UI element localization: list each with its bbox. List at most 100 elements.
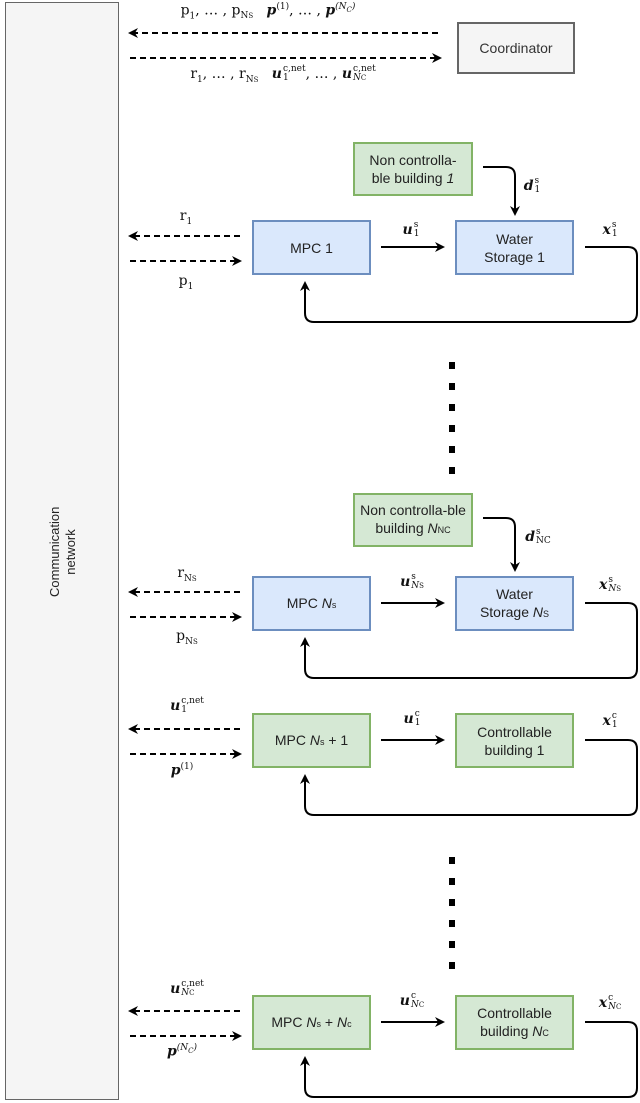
subscript-group: 1: [535, 186, 541, 195]
subscript: N: [410, 1000, 419, 1010]
storage-ns-disturbance-arrow: [483, 517, 520, 572]
script-stack: s1: [535, 177, 541, 195]
subscript-group: 1: [612, 721, 618, 730]
ellipsis-dot-buildings: [449, 920, 455, 927]
superscript: (1): [276, 2, 290, 12]
non-controllable-building-nnc: Non controlla-ble building NNC: [353, 493, 473, 547]
subscript-group: 1: [612, 230, 618, 239]
script-stack: c,net 1: [181, 697, 204, 715]
sub-subscript: C: [360, 74, 367, 82]
math-symbol: u: [341, 66, 353, 82]
subscript: 1: [187, 281, 194, 292]
sub-subscript: C: [418, 1001, 425, 1009]
math-symbol: p: [170, 762, 181, 779]
subscript-group: NS: [608, 585, 621, 594]
label-p-1: p(1): [171, 762, 194, 779]
script-stack: s1: [612, 221, 618, 239]
script-stack: c1: [415, 710, 421, 728]
math-symbol: r: [190, 66, 198, 82]
label-xs1: xs1: [602, 221, 617, 239]
sub-subscript: S: [193, 637, 198, 646]
ellipsis-dot-buildings: [449, 899, 455, 906]
superscript: (1): [180, 762, 194, 772]
label-ucNc: u c NC: [400, 992, 424, 1010]
subscript: 1: [413, 229, 420, 239]
controllable-building-1-block: Controllable building 1: [455, 713, 574, 768]
ellipsis-dot-buildings: [449, 962, 455, 969]
label-ucnetNc: u c,net NC: [170, 980, 204, 998]
script-stack: c,net NC: [181, 980, 204, 998]
ellipsis-dot-storages: [449, 425, 455, 432]
block-label: Non controlla-ble building 1: [369, 152, 457, 186]
subscript-group: 1: [414, 230, 420, 239]
subscript: NS: [185, 636, 198, 647]
subscript-group: 1: [415, 719, 421, 728]
subscript: N: [411, 581, 420, 591]
script-stack: c NC: [608, 994, 621, 1012]
label-rNs: rNS: [177, 565, 196, 584]
water-storage-ns-block: Water Storage NS: [455, 576, 574, 631]
math-symbol: p: [176, 628, 186, 644]
water-storage-1-block: Water Storage 1: [455, 220, 574, 275]
math-symbol: d: [523, 178, 534, 194]
ellipsis-dot-storages: [449, 446, 455, 453]
math-symbol: p: [166, 1043, 177, 1060]
script-stack: s NS: [411, 573, 424, 591]
sub-subscript: S: [191, 574, 197, 583]
diagram: Communication network Coordinator Non co…: [0, 0, 640, 1103]
math-symbol: u: [170, 698, 181, 714]
math-symbol: , … ,: [305, 66, 342, 82]
label-us1: us1: [403, 221, 420, 239]
math-symbol: u: [170, 981, 181, 997]
math-symbol: p: [231, 2, 241, 19]
math-symbol: [253, 3, 266, 19]
subscript: NS: [184, 573, 197, 584]
mpc-ns-plus-nc-block: MPC Ns + Nc: [252, 995, 371, 1050]
block-label: MPC Ns + 1: [274, 731, 349, 748]
connections: [128, 28, 638, 1098]
coordinator-label: Coordinator: [479, 40, 553, 56]
block-label: Non controlla-ble building NNC: [360, 502, 466, 536]
script-stack: s NS: [608, 576, 621, 594]
math-symbol: p: [266, 2, 277, 19]
math-symbol: p: [325, 2, 336, 19]
label-xcNc: x c NC: [599, 994, 622, 1012]
subscript: 1: [611, 720, 618, 730]
superscript: (NC): [335, 2, 356, 14]
label-ds1: ds1: [524, 177, 541, 195]
subscript: N: [353, 73, 361, 83]
ellipsis-dot-storages: [449, 362, 455, 369]
subscript-group: NC: [181, 989, 204, 998]
math-symbol: , … ,: [202, 66, 240, 82]
sub-subscript: C: [615, 1003, 622, 1011]
superscript-end: ): [193, 1043, 198, 1053]
subscript-group: NS: [411, 582, 424, 591]
superscript-end: ): [351, 2, 356, 12]
sub-subscript: S: [616, 585, 622, 593]
label-pNs: pNS: [176, 628, 198, 647]
math-symbol: u: [271, 66, 282, 82]
math-symbol: x: [598, 577, 608, 593]
sub-subscript: C: [189, 989, 195, 997]
subscript: 1: [611, 229, 618, 239]
subscript: N: [181, 988, 190, 998]
math-symbol: u: [400, 574, 411, 590]
block-label: MPC Ns: [286, 594, 337, 611]
coordinator-block: Coordinator: [457, 22, 575, 74]
math-symbol: r: [179, 208, 187, 224]
math-symbol: x: [598, 995, 608, 1011]
subscript: 1: [186, 216, 193, 227]
label-p1: p1: [179, 273, 194, 292]
block-label: MPC 1: [290, 239, 333, 256]
block-label: MPC Ns + Nc: [271, 1013, 352, 1030]
math-symbol: p: [180, 2, 190, 19]
block-label: Water Storage NS: [479, 585, 550, 620]
label-usNs: u s NS: [400, 573, 424, 591]
script-stack: c NC: [411, 992, 424, 1010]
math-symbol: , … ,: [195, 2, 232, 19]
label-network-to-coordinator: r1, … , rNS u c,net 1, … , u c,net NC: [190, 65, 375, 85]
math-symbol: [258, 66, 271, 82]
storage-1-disturbance-arrow: [483, 166, 520, 216]
math-symbol: u: [399, 993, 410, 1009]
subscript: 1: [181, 705, 188, 715]
